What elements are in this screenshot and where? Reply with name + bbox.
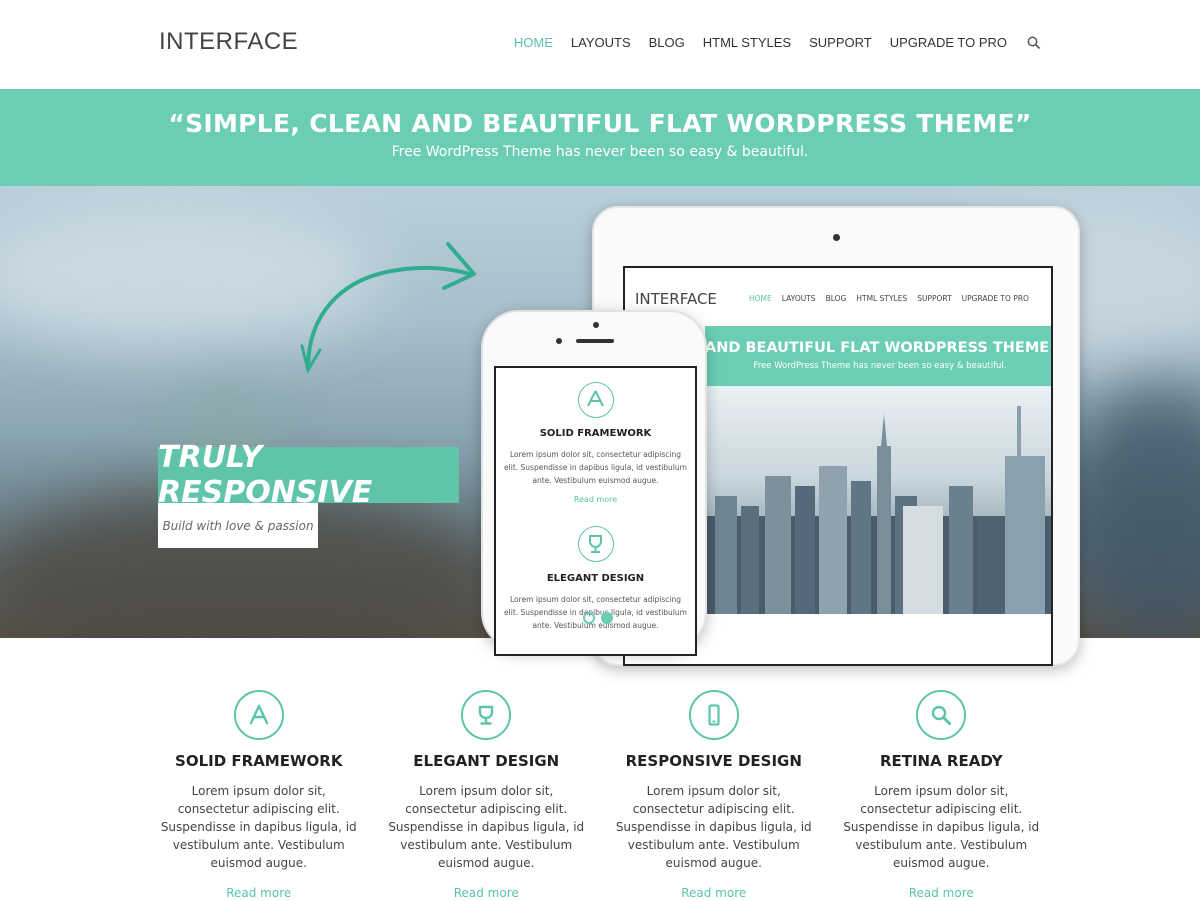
site-header: INTERFACE HOME LAYOUTS BLOG HTML STYLES … <box>0 0 1200 89</box>
app-store-icon <box>233 690 284 740</box>
features-section: SOLID FRAMEWORK Lorem ipsum dolor sit, c… <box>145 690 1055 901</box>
feature-card: SOLID FRAMEWORK Lorem ipsum dolor sit, c… <box>145 690 373 901</box>
feature-description: Lorem ipsum dolor sit, consectetur adipi… <box>615 784 812 870</box>
phone-feature-title: ELEGANT DESIGN <box>546 573 645 584</box>
nav-blog[interactable]: BLOG <box>649 35 685 50</box>
phone-sensor <box>556 338 562 344</box>
trophy-icon <box>461 690 512 740</box>
tablet-nav-support: SUPPORT <box>917 294 952 303</box>
hero-headline: TRULY RESPONSIVE <box>158 440 459 510</box>
feature-card: RESPONSIVE DESIGN Lorem ipsum dolor sit,… <box>600 690 828 901</box>
main-nav: HOME LAYOUTS BLOG HTML STYLES SUPPORT UP… <box>514 35 1041 50</box>
banner-subtitle: Free WordPress Theme has never been so e… <box>391 144 809 160</box>
feature-description: Lorem ipsum dolor sit, consectetur adipi… <box>843 784 1040 870</box>
feature-description: Lorem ipsum dolor sit, consectetur adipi… <box>388 784 585 870</box>
site-logo[interactable]: INTERFACE <box>159 28 298 56</box>
tablet-banner: AND BEAUTIFUL FLAT WORDPRESS THEME” Free… <box>705 326 1053 386</box>
read-more-link[interactable]: Read more <box>454 886 519 900</box>
feature-title: RESPONSIVE DESIGN <box>625 752 802 770</box>
app-store-icon <box>578 382 614 418</box>
feature-title: RETINA READY <box>879 752 1003 770</box>
arrow-icon <box>300 242 476 374</box>
magnifier-icon <box>916 690 967 740</box>
feature-card: ELEGANT DESIGN Lorem ipsum dolor sit, co… <box>373 690 601 901</box>
city-skyline-image <box>705 386 1051 614</box>
read-more-link[interactable]: Read more <box>909 886 974 900</box>
read-more-link[interactable]: Read more <box>226 886 291 900</box>
tablet-nav-upgrade: UPGRADE TO PRO <box>961 294 1029 303</box>
phone-speaker <box>576 339 614 343</box>
banner-title: “SIMPLE, CLEAN AND BEAUTIFUL FLAT WORDPR… <box>168 109 1032 138</box>
nav-layouts[interactable]: LAYOUTS <box>571 35 631 50</box>
slider-dot-active[interactable] <box>601 612 613 624</box>
read-more-link[interactable]: Read more <box>681 886 746 900</box>
nav-html-styles[interactable]: HTML STYLES <box>703 35 791 50</box>
tablet-banner-title: AND BEAUTIFUL FLAT WORDPRESS THEME” <box>705 340 1053 356</box>
tablet-nav-blog: BLOG <box>825 294 847 303</box>
slider-dot[interactable] <box>583 612 595 624</box>
tablet-banner-subtitle: Free WordPress Theme has never been so e… <box>753 361 1007 371</box>
nav-home[interactable]: HOME <box>514 35 553 50</box>
tagline-banner: “SIMPLE, CLEAN AND BEAUTIFUL FLAT WORDPR… <box>0 89 1200 186</box>
skyline-graphic <box>705 406 1051 614</box>
feature-description: Lorem ipsum dolor sit, consectetur adipi… <box>160 784 357 870</box>
mobile-icon <box>688 690 739 740</box>
tablet-nav-home: HOME <box>749 294 772 303</box>
tablet-nav-html-styles: HTML STYLES <box>856 294 908 303</box>
phone-feature-text: Lorem ipsum dolor sit, consectetur adipi… <box>504 450 687 485</box>
search-icon[interactable] <box>1027 36 1041 50</box>
nav-upgrade-to-pro[interactable]: UPGRADE TO PRO <box>890 35 1007 50</box>
slider-pagination <box>583 612 613 624</box>
phone-feature-title: SOLID FRAMEWORK <box>539 428 652 439</box>
trophy-icon <box>578 526 614 562</box>
feature-title: ELEGANT DESIGN <box>413 752 560 770</box>
tablet-logo: INTERFACE <box>635 290 717 308</box>
tablet-nav-layouts: LAYOUTS <box>781 294 816 303</box>
feature-title: SOLID FRAMEWORK <box>175 752 343 770</box>
nav-support[interactable]: SUPPORT <box>809 35 872 50</box>
tablet-camera <box>833 234 840 241</box>
hero-tagline: Build with love & passion <box>158 503 318 548</box>
phone-mockup: SOLID FRAMEWORK Lorem ipsum dolor sit, c… <box>481 310 707 656</box>
feature-card: RETINA READY Lorem ipsum dolor sit, cons… <box>828 690 1056 901</box>
tablet-nav: HOME LAYOUTS BLOG HTML STYLES SUPPORT UP… <box>749 294 1029 303</box>
phone-camera <box>593 322 599 328</box>
city-blur <box>1060 386 1200 638</box>
phone-read-more[interactable]: Read more <box>496 495 695 504</box>
